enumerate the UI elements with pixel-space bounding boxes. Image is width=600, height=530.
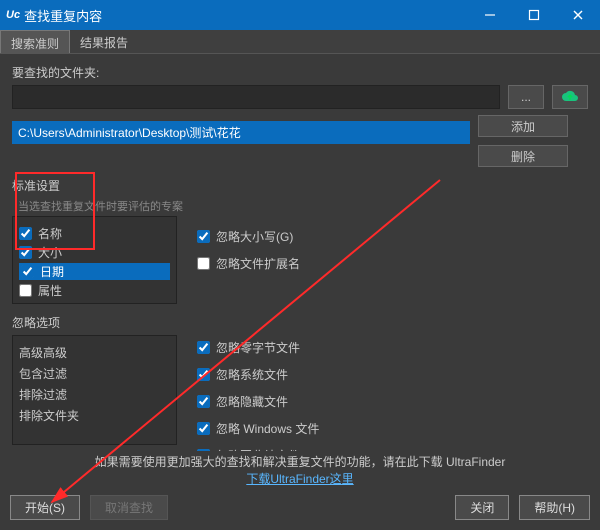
close-dialog-button[interactable]: 关闭 [455,495,509,520]
opt-system-label: 忽略系统文件 [216,366,288,383]
adv-exclude-filter[interactable]: 排除过滤 [19,384,170,405]
opt-hidden-label: 忽略隐藏文件 [216,393,288,410]
browse-button[interactable]: ... [508,85,544,109]
footer: 如果需要使用更加强大的查找和解决重复文件的功能，请在此下载 UltraFinde… [0,451,600,530]
maximize-button[interactable] [512,0,556,30]
criteria-date-checkbox[interactable] [21,265,34,278]
minimize-button[interactable] [468,0,512,30]
opt-windows[interactable]: 忽略 Windows 文件 [197,420,319,437]
criteria-date[interactable]: 日期 [19,263,170,280]
tab-bar: 搜索准则 结果报告 [0,30,600,54]
app-logo: Uc [6,9,20,21]
criteria-size[interactable]: 大小 [19,244,170,261]
folders-label: 要查找的文件夹: [12,64,588,81]
opt-ignore-ext[interactable]: 忽略文件扩展名 [197,255,300,272]
tab-result-report[interactable]: 结果报告 [70,30,138,53]
opt-system[interactable]: 忽略系统文件 [197,366,319,383]
opt-ignore-ext-label: 忽略文件扩展名 [216,255,300,272]
adv-exclude-folder[interactable]: 排除文件夹 [19,405,170,426]
criteria-attr-label: 属性 [38,282,62,299]
browse-label: ... [521,90,531,104]
promo-text: 如果需要使用更加强大的查找和解决重复文件的功能，请在此下载 UltraFinde… [0,451,600,489]
tab-search-criteria[interactable]: 搜索准则 [0,30,70,53]
cancel-search-button: 取消查找 [90,495,168,520]
criteria-date-label: 日期 [40,263,64,280]
remove-button[interactable]: 删除 [478,145,568,167]
opt-zero-label: 忽略零字节文件 [216,339,300,356]
opt-system-checkbox[interactable] [197,368,210,381]
promo-message: 如果需要使用更加强大的查找和解决重复文件的功能，请在此下载 UltraFinde… [95,455,506,469]
criteria-size-label: 大小 [38,244,62,261]
opt-ignore-case-checkbox[interactable] [197,230,210,243]
close-button[interactable] [556,0,600,30]
criteria-options: 忽略大小写(G) 忽略文件扩展名 [197,216,300,304]
criteria-name-checkbox[interactable] [19,227,32,240]
opt-zero-checkbox[interactable] [197,341,210,354]
opt-windows-label: 忽略 Windows 文件 [216,420,319,437]
opt-windows-checkbox[interactable] [197,422,210,435]
criteria-hint: 当选查找重复文件时要评估的专案 [18,198,588,214]
adv-advanced[interactable]: 高级高级 [19,342,170,363]
promo-link[interactable]: 下载UltraFinder这里 [246,472,353,486]
folder-path-input[interactable] [12,85,500,109]
criteria-name-label: 名称 [38,225,62,242]
opt-ignore-case-label: 忽略大小写(G) [216,228,293,245]
criteria-panel: 名称 大小 日期 属性 [12,216,177,304]
opt-zero[interactable]: 忽略零字节文件 [197,339,319,356]
help-button[interactable]: 帮助(H) [519,495,590,520]
opt-ignore-ext-checkbox[interactable] [197,257,210,270]
add-button[interactable]: 添加 [478,115,568,137]
start-button[interactable]: 开始(S) [10,495,80,520]
advanced-panel: 高级高级 包含过滤 排除过滤 排除文件夹 [12,335,177,445]
window-title: 查找重复内容 [24,6,468,25]
opt-hidden[interactable]: 忽略隐藏文件 [197,393,319,410]
opt-ignore-case[interactable]: 忽略大小写(G) [197,228,300,245]
criteria-attr-checkbox[interactable] [19,284,32,297]
criteria-size-checkbox[interactable] [19,246,32,259]
selected-path[interactable]: C:\Users\Administrator\Desktop\测试\花花 [12,121,470,144]
criteria-label: 标准设置 [12,177,588,194]
criteria-attr[interactable]: 属性 [19,282,170,299]
cloud-button[interactable] [552,85,588,109]
opt-hidden-checkbox[interactable] [197,395,210,408]
ignore-label: 忽略选项 [12,314,588,331]
adv-include-filter[interactable]: 包含过滤 [19,363,170,384]
titlebar: Uc 查找重复内容 [0,0,600,30]
criteria-name[interactable]: 名称 [19,225,170,242]
